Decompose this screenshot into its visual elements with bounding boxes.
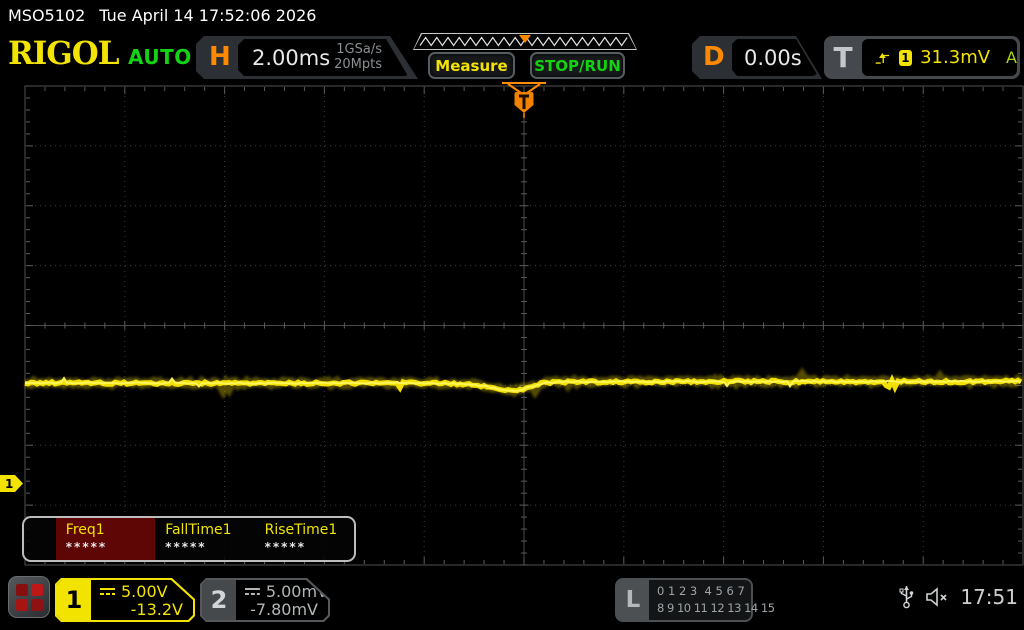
- oscilloscope-screen: MSO5102 Tue April 14 17:52:06 2026 RIGOL…: [0, 0, 1024, 630]
- zigzag-waveform-icon: [419, 35, 628, 47]
- acquisition-mode-label: AUTO: [128, 45, 192, 69]
- channel1-number-tab: 1: [57, 580, 91, 620]
- memory-depth: 20Mpts: [334, 56, 382, 72]
- measurement-falltime1[interactable]: FallTime1 *****: [155, 518, 254, 560]
- status-clock: 17:51: [960, 585, 1018, 609]
- measurement-value: *****: [165, 540, 207, 554]
- delay-d-label: D: [703, 42, 725, 72]
- speaker-muted-icon[interactable]: [924, 586, 950, 608]
- timebase-value: 2.00ms: [252, 45, 331, 70]
- trigger-level-value: 31.3mV: [920, 47, 991, 68]
- channel2-offset: -7.80mV: [250, 600, 318, 619]
- dc-coupling-icon: [100, 588, 115, 595]
- model-label: MSO5102: [8, 5, 86, 25]
- channel1-status-block[interactable]: 1 5.00V -13.2V: [55, 578, 195, 622]
- measurement-name: RiseTime1: [264, 522, 338, 538]
- measurement-name: FallTime1: [165, 522, 232, 538]
- measurement-value: *****: [264, 540, 306, 554]
- delay-value: 0.00s: [744, 45, 802, 70]
- dc-coupling-icon: [244, 588, 260, 595]
- logic-row2: 8 9 10 11 12 13 14 15: [657, 600, 775, 615]
- trigger-settings-box[interactable]: T 1 31.3mV A: [824, 36, 1020, 79]
- horizontal-settings-box[interactable]: H 2.00ms 1GSa/s 20Mpts: [196, 36, 418, 79]
- sample-rate: 1GSa/s: [336, 42, 382, 58]
- top-info-bar: MSO5102 Tue April 14 17:52:06 2026: [0, 0, 1024, 30]
- measurement-freq1[interactable]: Freq1 *****: [55, 518, 156, 560]
- channel1-offset: -13.2V: [130, 600, 183, 619]
- logic-channel-numbers: 0 1 2 3 4 5 6 7 8 9 10 11 12 13 14 15: [657, 583, 775, 616]
- horizontal-h-label: H: [209, 42, 231, 72]
- measure-button[interactable]: Measure: [428, 52, 515, 79]
- channel2-status-block[interactable]: 2 5.00mV -7.80mV: [200, 578, 330, 622]
- logic-analyzer-block[interactable]: L 0 1 2 3 4 5 6 7 8 9 10 11 12 13 14 15: [615, 578, 775, 622]
- measurement-name: Freq1: [65, 522, 105, 538]
- measurement-value: *****: [65, 540, 108, 554]
- quick-menu-button[interactable]: [8, 576, 50, 618]
- trigger-source-badge: 1: [898, 49, 913, 66]
- rising-edge-trigger-icon: [875, 52, 890, 64]
- red-grid-icon: [15, 583, 43, 611]
- logic-row1: 0 1 2 3 4 5 6 7: [657, 584, 745, 598]
- trigger-position-marker[interactable]: [498, 79, 550, 119]
- usb-icon: [899, 586, 914, 609]
- waveform-position-indicator[interactable]: [413, 33, 637, 50]
- stop-run-button[interactable]: STOP/RUN: [530, 52, 625, 79]
- rigol-logo: RIGOL: [8, 35, 120, 73]
- channel1-waveform-trace: [24, 367, 1024, 400]
- channel2-number-tab: 2: [202, 580, 236, 620]
- trigger-t-label: T: [833, 41, 853, 74]
- datetime-label: Tue April 14 17:52:06 2026: [99, 5, 317, 25]
- channel1-scale: 5.00V: [121, 582, 168, 601]
- trigger-coupling-label: A: [1006, 48, 1017, 67]
- sample-rate-memory: 1GSa/s 20Mpts: [334, 43, 382, 72]
- channel1-marker-label: 1: [5, 476, 14, 491]
- measurement-risetime1[interactable]: RiseTime1 *****: [255, 518, 354, 560]
- measurement-results-panel: Freq1 ***** FallTime1 ***** RiseTime1 **…: [22, 516, 356, 562]
- logic-l-label: L: [617, 580, 649, 620]
